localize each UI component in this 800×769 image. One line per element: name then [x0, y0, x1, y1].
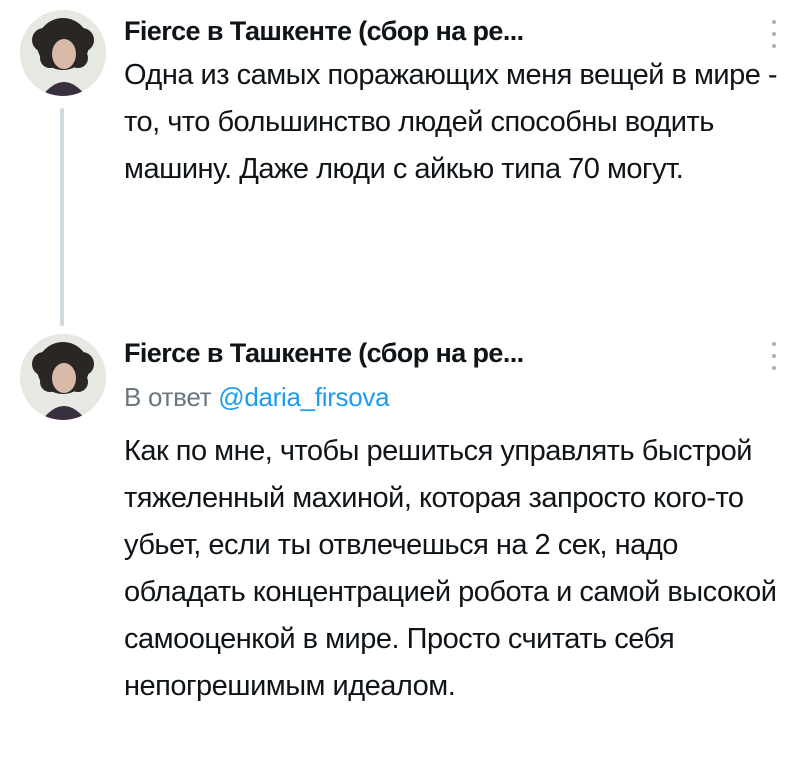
author-name[interactable]: Fierce в Ташкенте (сбор на ре...: [124, 336, 524, 370]
avatar[interactable]: [20, 334, 106, 420]
tweet-text: Одна из самых поражающих меня вещей в ми…: [124, 59, 778, 185]
author-name[interactable]: Fierce в Ташкенте (сбор на ре...: [124, 14, 524, 48]
reply-handle-link[interactable]: @daria_firsova: [218, 382, 389, 412]
tweet[interactable]: Fierce в Ташкенте (сбор на ре... В ответ…: [0, 330, 800, 769]
tweet-text: Как по мне, чтобы решиться управлять быс…: [124, 435, 777, 702]
reply-prefix: В ответ: [124, 382, 212, 412]
more-vertical-icon[interactable]: [764, 20, 784, 48]
reply-context: В ответ @daria_firsova: [124, 380, 390, 414]
more-vertical-icon[interactable]: [764, 342, 784, 370]
tweet[interactable]: Fierce в Ташкенте (сбор на ре... Одна из…: [0, 0, 800, 330]
thread-connector-line: [60, 108, 64, 326]
avatar[interactable]: [20, 10, 106, 96]
